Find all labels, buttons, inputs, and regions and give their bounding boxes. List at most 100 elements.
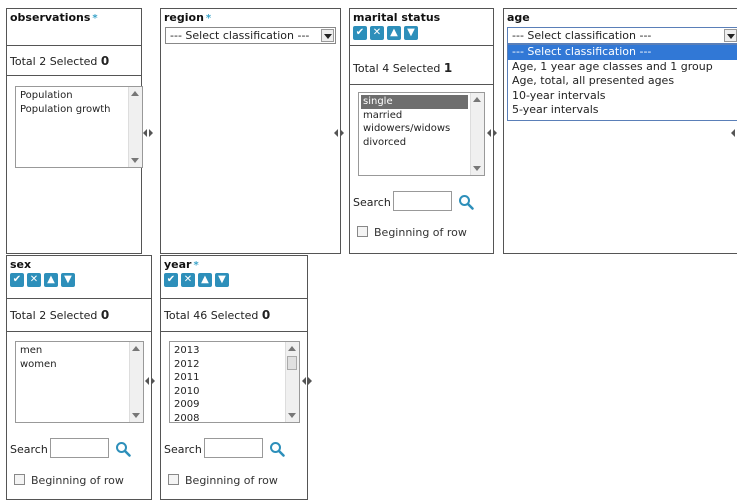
beginning-of-row-label: Beginning of row (185, 474, 278, 487)
search-input[interactable] (50, 438, 109, 458)
panel-header: year * ✔ ✕ ▲ ▼ (161, 256, 307, 299)
totals: Total 4 Selected 1 (353, 61, 453, 75)
scrollbar[interactable] (285, 342, 299, 422)
panel-marital-status: marital status ✔ ✕ ▲ ▼ Total 4 Selected 1 s… (349, 8, 494, 254)
magnifier-icon[interactable] (115, 441, 131, 457)
dropdown-option[interactable]: 5-year intervals (508, 103, 737, 118)
resize-handle-icon[interactable] (731, 128, 737, 138)
chevron-down-icon[interactable] (724, 29, 737, 42)
x-icon[interactable]: ✕ (27, 273, 41, 287)
beginning-of-row-label: Beginning of row (31, 474, 124, 487)
toolbar: ✔ ✕ ▲ ▼ (353, 26, 421, 40)
x-icon[interactable]: ✕ (181, 273, 195, 287)
marital-status-listbox[interactable]: single married widowers/widows divorced (358, 92, 485, 176)
check-icon[interactable]: ✔ (164, 273, 178, 287)
required-marker: * (92, 13, 98, 24)
panel-title: region * (164, 11, 212, 24)
search-input[interactable] (204, 438, 263, 458)
list-item[interactable]: 2009 (172, 398, 283, 412)
panel-title: year * (164, 258, 199, 271)
x-icon[interactable]: ✕ (370, 26, 384, 40)
divider (350, 84, 493, 85)
arrow-up-icon[interactable]: ▲ (44, 273, 58, 287)
magnifier-icon[interactable] (458, 194, 474, 210)
region-classification-select[interactable]: --- Select classification --- (165, 27, 336, 44)
check-icon[interactable]: ✔ (10, 273, 24, 287)
totals: Total 2 Selected 0 (10, 308, 110, 322)
panel-title: sex (10, 258, 32, 271)
totals: Total 46 Selected 0 (164, 308, 271, 322)
dropdown-option[interactable]: 10-year intervals (508, 89, 737, 104)
divider (7, 331, 151, 332)
list-item[interactable]: 2011 (172, 371, 283, 385)
sex-listbox[interactable]: men women (15, 341, 144, 423)
panel-header: observations * (7, 9, 141, 46)
resize-handle-icon[interactable] (143, 128, 153, 138)
arrow-down-icon[interactable]: ▼ (61, 273, 75, 287)
resize-handle-icon[interactable] (334, 128, 344, 138)
list-item[interactable]: 2008 (172, 412, 283, 423)
toolbar: ✔ ✕ ▲ ▼ (164, 273, 232, 287)
panel-title: observations * (10, 11, 98, 24)
list-item[interactable]: 2010 (172, 385, 283, 399)
arrow-down-icon[interactable]: ▼ (404, 26, 418, 40)
toolbar: ✔ ✕ ▲ ▼ (10, 273, 78, 287)
scrollbar[interactable] (128, 87, 142, 167)
panel-sex: sex ✔ ✕ ▲ ▼ Total 2 Selected 0 men women Se… (6, 255, 152, 500)
beginning-of-row-label: Beginning of row (374, 226, 467, 239)
resize-handle-icon[interactable] (487, 128, 497, 138)
list-item[interactable]: married (361, 109, 468, 123)
selected-count: 0 (261, 308, 271, 322)
list-item[interactable]: Population (18, 89, 126, 103)
panel-observations: observations * Total 2 Selected 0 Populat… (6, 8, 143, 254)
list-item[interactable]: Population growth (18, 103, 126, 117)
age-classification-select[interactable]: --- Select classification --- (507, 27, 737, 44)
divider (7, 75, 141, 76)
selected-count: 0 (100, 54, 110, 68)
list-item[interactable]: divorced (361, 136, 468, 150)
arrow-up-icon[interactable]: ▲ (198, 273, 212, 287)
chevron-down-icon[interactable] (321, 29, 334, 42)
arrow-up-icon[interactable]: ▲ (387, 26, 401, 40)
magnifier-icon[interactable] (269, 441, 285, 457)
panel-header: sex ✔ ✕ ▲ ▼ (7, 256, 151, 299)
resize-handle-icon[interactable] (145, 376, 155, 386)
divider (161, 331, 307, 332)
selected-count: 1 (443, 61, 453, 75)
search-label: Search (353, 196, 391, 209)
list-item[interactable]: widowers/widows (361, 122, 468, 136)
scrollbar[interactable] (470, 93, 484, 175)
scrollbar-thumb[interactable] (287, 356, 297, 370)
panel-header: marital status ✔ ✕ ▲ ▼ (350, 9, 493, 46)
observations-listbox[interactable]: Population Population growth (15, 86, 143, 168)
required-marker: * (193, 260, 199, 271)
list-item[interactable]: men (18, 344, 127, 358)
dropdown-option[interactable]: Age, 1 year age classes and 1 group (508, 60, 737, 75)
beginning-of-row-checkbox[interactable] (14, 474, 25, 485)
scrollbar[interactable] (129, 342, 143, 422)
list-item[interactable]: 2012 (172, 358, 283, 372)
totals: Total 2 Selected 0 (10, 54, 110, 68)
check-icon[interactable]: ✔ (353, 26, 367, 40)
year-listbox[interactable]: 2013 2012 2011 2010 2009 2008 (169, 341, 300, 423)
panel-age: age --- Select classification --- --- Se… (503, 8, 737, 254)
age-classification-dropdown[interactable]: --- Select classification --- Age, 1 yea… (507, 44, 737, 121)
arrow-down-icon[interactable]: ▼ (215, 273, 229, 287)
resize-handle-icon[interactable] (302, 376, 312, 386)
search-input[interactable] (393, 191, 452, 211)
list-item-selected[interactable]: single (361, 95, 468, 109)
beginning-of-row-checkbox[interactable] (168, 474, 179, 485)
list-item[interactable]: women (18, 358, 127, 372)
panel-region: region * --- Select classification --- (160, 8, 341, 254)
selected-count: 0 (100, 308, 110, 322)
dropdown-option[interactable]: Age, total, all presented ages (508, 74, 737, 89)
panel-title: marital status (353, 11, 441, 24)
dropdown-option[interactable]: --- Select classification --- (508, 45, 737, 60)
beginning-of-row-checkbox[interactable] (357, 226, 368, 237)
search-label: Search (164, 443, 202, 456)
panel-year: year * ✔ ✕ ▲ ▼ Total 46 Selected 0 2013 2012… (160, 255, 308, 500)
list-item[interactable]: 2013 (172, 344, 283, 358)
required-marker: * (205, 13, 212, 24)
panel-title: age (507, 11, 530, 24)
search-label: Search (10, 443, 48, 456)
